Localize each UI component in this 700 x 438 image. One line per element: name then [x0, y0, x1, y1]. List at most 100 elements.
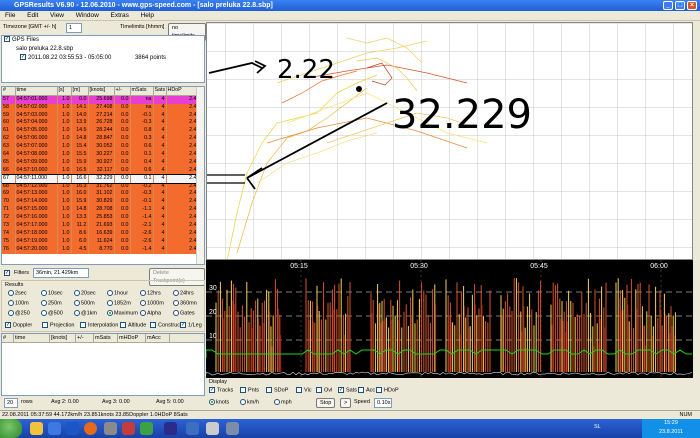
filters-checkbox[interactable]: ✓: [4, 270, 12, 277]
column-header[interactable]: mSats: [130, 87, 154, 96]
table-row[interactable]: 57 04:57:01.000 1.0 0.0 25.698 0.0 na 4 2.4: [2, 95, 199, 104]
tree-root-checkbox[interactable]: ✓: [4, 36, 10, 43]
results-column-header[interactable]: mAcc: [146, 334, 170, 342]
display-check[interactable]: ✓ Sats: [338, 387, 357, 393]
speed-graph[interactable]: 05:15 05:30 05:45 06:00 30 20 10: [206, 260, 693, 378]
result-option[interactable]: @250: [8, 310, 30, 316]
results-column-header[interactable]: mSats: [94, 334, 118, 342]
table-scrollbar[interactable]: [196, 87, 204, 264]
table-row[interactable]: 60 04:57:04.000 1.0 13.9 26.728 0.0 -0.3 4 2.4: [2, 119, 199, 128]
column-header[interactable]: [m]: [71, 87, 89, 96]
results-column-header[interactable]: mHDoP: [118, 334, 146, 342]
ie-icon[interactable]: [66, 422, 79, 435]
result-option[interactable]: 24hrs: [173, 290, 194, 296]
stop-button[interactable]: Stop: [316, 398, 336, 408]
result-option[interactable]: 1852m: [107, 300, 131, 306]
result-option[interactable]: @1km: [74, 310, 97, 316]
table-row[interactable]: 76 04:57:20.000 1.0 4.5 8.770 0.0 -1.4 4 2.4: [2, 245, 199, 254]
results-column-header[interactable]: [knots]: [50, 334, 76, 342]
display-check[interactable]: HDoP: [376, 387, 399, 393]
close-button[interactable]: ×: [687, 1, 697, 10]
tree-file[interactable]: salo preluka 22.8.sbp: [2, 45, 204, 54]
track-map[interactable]: 2.22 32.229: [206, 22, 693, 260]
unit-option[interactable]: mph: [274, 399, 292, 405]
results-column-header[interactable]: +/-: [76, 334, 94, 342]
results-column-header[interactable]: time: [14, 334, 50, 342]
table-row[interactable]: 65 04:57:09.000 1.0 15.9 30.927 0.0 0.4 4 2.4: [2, 158, 199, 167]
folder-icon[interactable]: [30, 422, 43, 435]
rows-input[interactable]: 20: [4, 398, 18, 408]
table-row[interactable]: 63 04:57:07.000 1.0 15.4 30.052 0.0 0.6 4 2.4: [2, 143, 199, 151]
column-header[interactable]: #: [2, 87, 16, 96]
tree-session-checkbox[interactable]: ✓: [20, 54, 26, 61]
results-column-header[interactable]: #: [2, 334, 14, 342]
result-option[interactable]: 20sec: [74, 290, 96, 296]
table-row[interactable]: 74 04:57:18.000 1.0 8.6 16.639 0.0 -2.6 4 2.4: [2, 229, 199, 238]
result-check[interactable]: Construct: [150, 322, 182, 328]
result-option[interactable]: Maximum: [107, 310, 138, 316]
table-row[interactable]: 66 04:57:10.000 1.0 16.5 32.117 0.0 0.6 4 2.4: [2, 166, 199, 175]
column-header[interactable]: +/-: [114, 87, 131, 96]
firefox-icon[interactable]: [84, 422, 97, 435]
right-scrollbar[interactable]: [694, 22, 700, 410]
table-row[interactable]: 73 04:57:17.000 1.0 11.2 21.693 0.0 -2.1 4 2.4: [2, 221, 199, 230]
menu-window[interactable]: Window: [71, 11, 104, 21]
display-check[interactable]: Ovl: [316, 387, 332, 393]
language-indicator[interactable]: SL: [594, 424, 601, 430]
table-row[interactable]: 64 04:57:08.000 1.0 15.5 30.227 0.0 0.1 4 2.4: [2, 150, 199, 159]
result-check[interactable]: ✓ 1/Leg: [180, 322, 202, 328]
display-check[interactable]: ✓ Tracks: [209, 387, 233, 393]
result-option[interactable]: @500: [41, 310, 63, 316]
system-tray-clock[interactable]: 15:29 23.8.2011: [642, 419, 700, 438]
table-row[interactable]: 68 04:57:12.000 1.0 16.3 31.762 0.0 -0.2 4 2.4: [2, 182, 199, 191]
column-header[interactable]: time: [15, 87, 58, 96]
table-row[interactable]: 71 04:57:15.000 1.0 14.8 28.708 0.0 -1.1 4 2.4: [2, 206, 199, 215]
app6-icon[interactable]: [206, 422, 219, 435]
app-icon[interactable]: [104, 422, 117, 435]
result-check[interactable]: Interpolation: [80, 322, 118, 328]
result-check[interactable]: Projection: [42, 322, 74, 328]
result-option[interactable]: 10sec: [41, 290, 63, 296]
table-row[interactable]: 61 04:57:05.000 1.0 14.5 28.244 0.0 0.8 4 2.4: [2, 127, 199, 136]
menu-view[interactable]: View: [45, 11, 69, 21]
column-header[interactable]: [s]: [57, 87, 72, 96]
result-check[interactable]: Altitude: [120, 322, 146, 328]
column-header[interactable]: Sats: [153, 87, 167, 96]
unit-option[interactable]: km/h: [240, 399, 259, 405]
menu-extras[interactable]: Extras: [105, 11, 133, 21]
maximize-button[interactable]: □: [675, 1, 685, 10]
table-row[interactable]: 69 04:57:13.000 1.0 16.0 31.102 0.0 -0.3 4 2.4: [2, 190, 199, 199]
result-option[interactable]: 100m: [8, 300, 29, 306]
unit-option[interactable]: knots: [209, 399, 229, 405]
result-option[interactable]: 250m: [41, 300, 62, 306]
display-check[interactable]: Pnts: [240, 387, 259, 393]
result-check[interactable]: ✓ Doppler: [5, 322, 32, 328]
result-option[interactable]: 1hour: [107, 290, 128, 296]
table-row[interactable]: 70 04:57:14.000 1.0 15.9 30.829 0.0 -0.1 4 2.4: [2, 198, 199, 207]
filters-value[interactable]: 36min, 21.429km: [33, 268, 89, 278]
minimize-button[interactable]: _: [663, 1, 673, 10]
app2-icon[interactable]: [122, 422, 135, 435]
display-check[interactable]: Vic: [296, 387, 312, 393]
menu-file[interactable]: File: [0, 11, 20, 21]
result-option[interactable]: Alpha: [140, 310, 161, 316]
gpsresults-icon[interactable]: [226, 422, 239, 435]
tree-root[interactable]: ✓ GPS Files: [2, 36, 204, 45]
result-option[interactable]: 2sec: [8, 290, 27, 296]
result-option[interactable]: 500m: [74, 300, 95, 306]
table-row[interactable]: 67 04:57:11.000 1.0 16.6 32.229 0.0 0.1 4 2.4: [2, 173, 199, 184]
menu-edit[interactable]: Edit: [22, 11, 43, 21]
app4-icon[interactable]: [164, 422, 177, 435]
result-option[interactable]: Gates: [173, 310, 195, 316]
display-check[interactable]: SDoP: [266, 387, 288, 393]
menu-help[interactable]: Help: [136, 11, 159, 21]
result-option[interactable]: 1000m: [140, 300, 164, 306]
table-row[interactable]: 59 04:57:03.000 1.0 14.0 27.214 0.0 -0.1 4 2.4: [2, 111, 199, 120]
start-button[interactable]: [0, 419, 22, 438]
table-row[interactable]: 72 04:57:16.000 1.0 13.3 25.853 0.0 -1.4 4 2.4: [2, 214, 199, 222]
result-option[interactable]: 12hrs: [140, 290, 161, 296]
display-check[interactable]: Acc: [358, 387, 375, 393]
play-button[interactable]: >: [340, 398, 352, 408]
media-icon[interactable]: [48, 422, 61, 435]
table-row[interactable]: 62 04:57:06.000 1.0 14.8 28.847 0.0 0.3 4 2.4: [2, 135, 199, 144]
